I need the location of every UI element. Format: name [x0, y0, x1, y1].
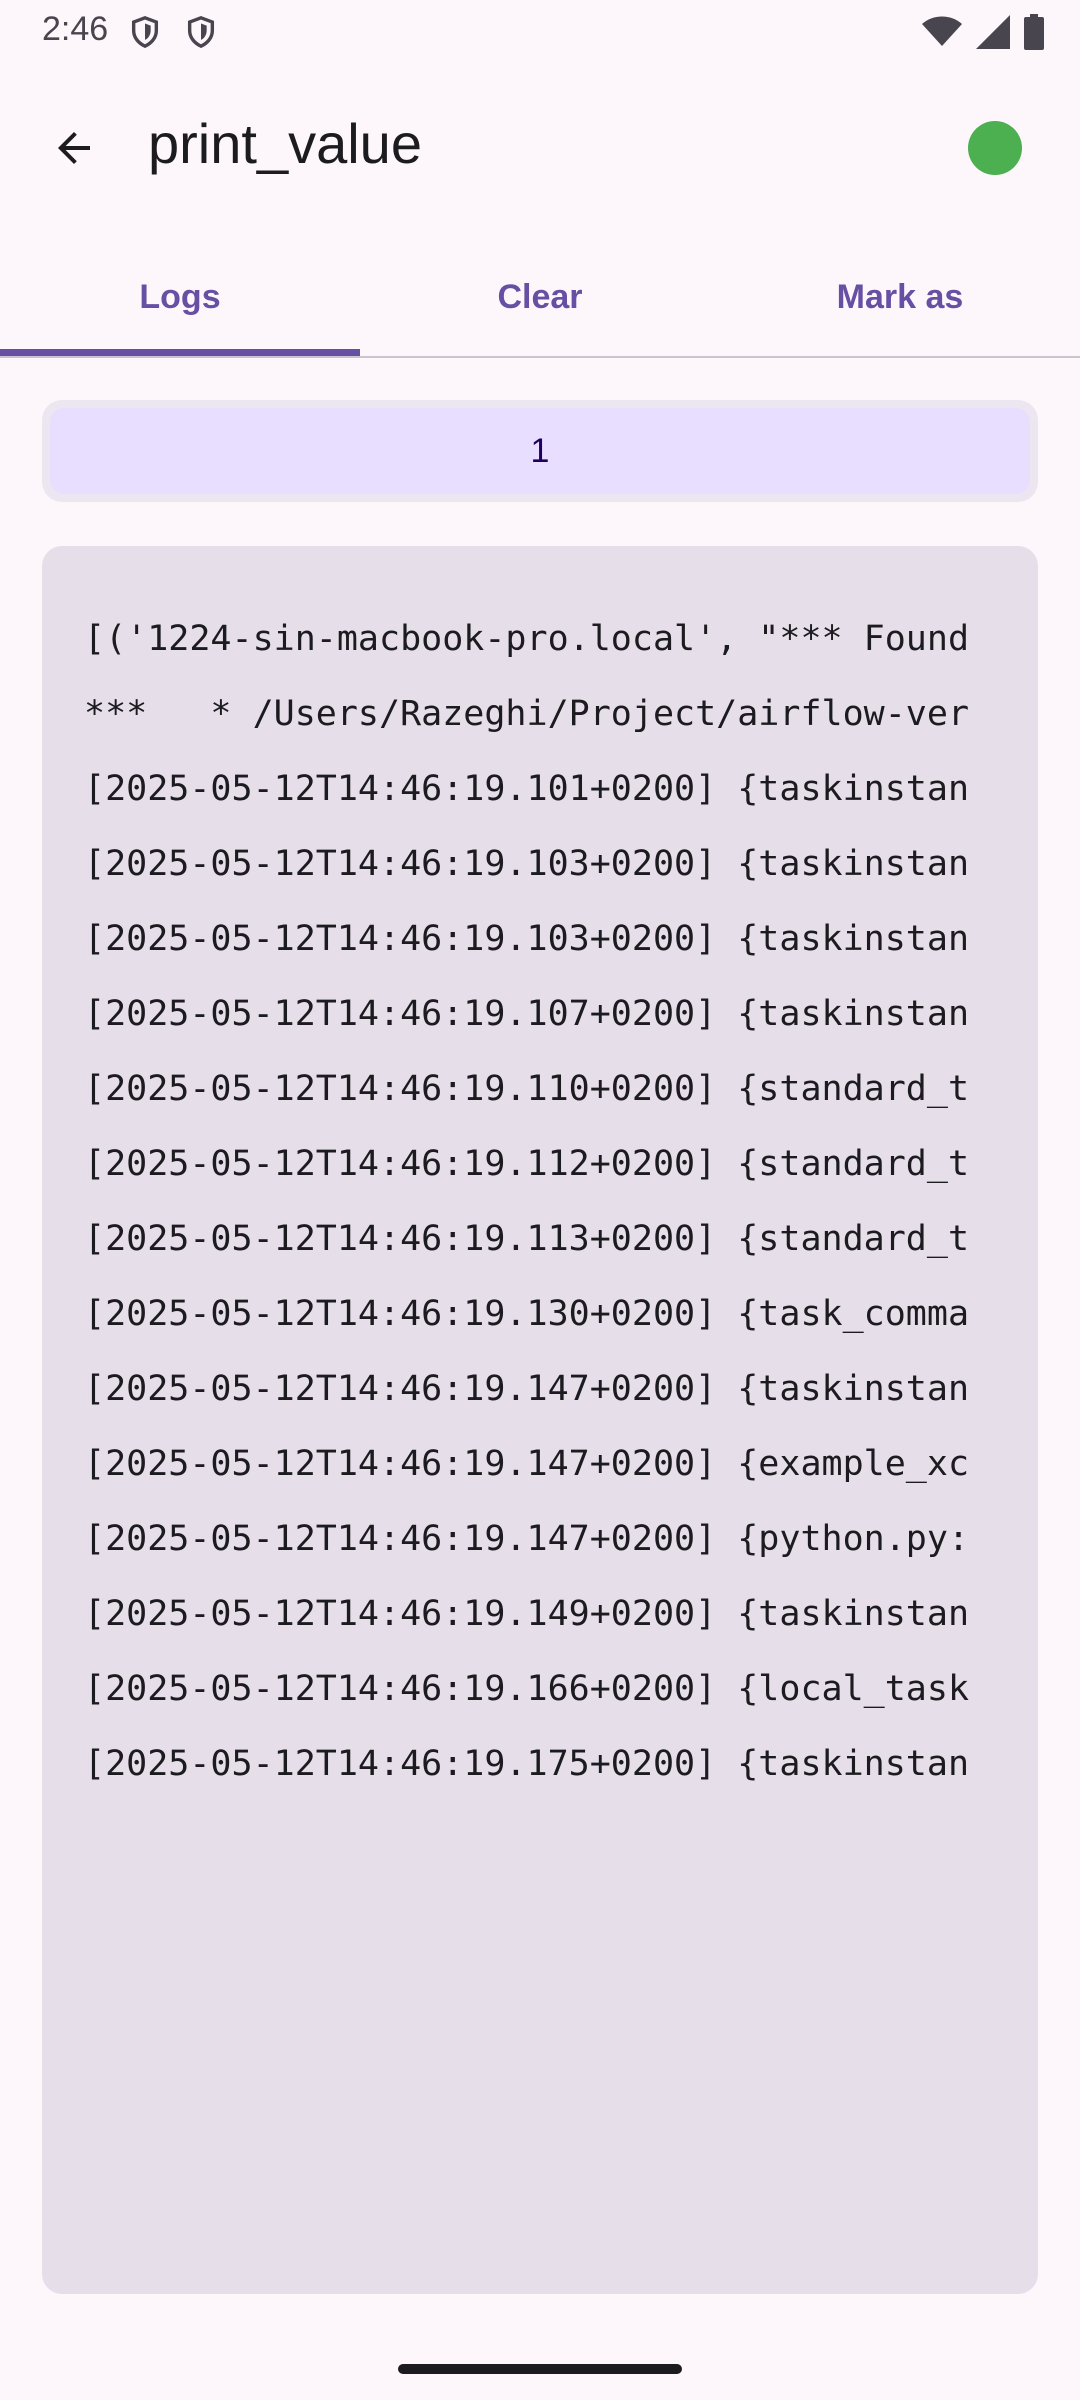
tab-logs[interactable]: Logs — [0, 240, 360, 356]
tab-bar: Logs Clear Mark as — [0, 240, 1080, 358]
log-line: [2025-05-12T14:46:19.113+0200] {standard… — [84, 1219, 970, 1259]
app-bar: print_value — [0, 80, 1080, 212]
log-lines: [('1224-sin-macbook-pro.local', "*** Fou… — [84, 602, 1016, 1802]
task-status-indicator — [968, 121, 1022, 175]
status-time: 2:46 — [42, 10, 109, 48]
gesture-nav-handle[interactable] — [398, 2364, 682, 2374]
tab-mark-as[interactable]: Mark as — [720, 240, 1080, 354]
log-line: [2025-05-12T14:46:19.103+0200] {taskinst… — [84, 919, 970, 959]
log-panel[interactable]: [('1224-sin-macbook-pro.local', "*** Fou… — [42, 546, 1038, 2294]
log-line: [2025-05-12T14:46:19.149+0200] {taskinst… — [84, 1594, 970, 1634]
shield-icon — [187, 16, 215, 49]
log-line: *** * /Users/Razeghi/Project/airflow-ver — [84, 694, 970, 734]
tab-clear[interactable]: Clear — [360, 240, 720, 354]
log-line: [2025-05-12T14:46:19.103+0200] {taskinst… — [84, 844, 970, 884]
log-line: [2025-05-12T14:46:19.110+0200] {standard… — [84, 1069, 970, 1109]
log-line: [2025-05-12T14:46:19.107+0200] {taskinst… — [84, 994, 970, 1034]
attempt-selector[interactable]: 1 — [42, 400, 1038, 502]
log-line: [2025-05-12T14:46:19.112+0200] {standard… — [84, 1144, 970, 1184]
back-button[interactable] — [36, 110, 112, 186]
log-line: [2025-05-12T14:46:19.166+0200] {local_ta… — [84, 1669, 970, 1709]
signal-icon — [976, 15, 1010, 49]
attempt-number: 1 — [50, 408, 1030, 494]
battery-icon — [1024, 14, 1044, 50]
log-line: [2025-05-12T14:46:19.101+0200] {taskinst… — [84, 769, 970, 809]
status-bar: 2:46 — [0, 0, 1080, 64]
arrow-left-icon — [58, 132, 90, 164]
log-line: [('1224-sin-macbook-pro.local', "*** Fou… — [84, 619, 970, 659]
page-title: print_value — [148, 112, 422, 175]
log-line: [2025-05-12T14:46:19.175+0200] {taskinst… — [84, 1744, 970, 1784]
shield-icon — [131, 16, 159, 49]
status-icons — [922, 12, 1044, 52]
wifi-icon — [922, 16, 962, 46]
log-line: [2025-05-12T14:46:19.147+0200] {python.p… — [84, 1519, 970, 1559]
log-line: [2025-05-12T14:46:19.130+0200] {task_com… — [84, 1294, 970, 1334]
log-line: [2025-05-12T14:46:19.147+0200] {example_… — [84, 1444, 970, 1484]
log-line: [2025-05-12T14:46:19.147+0200] {taskinst… — [84, 1369, 970, 1409]
